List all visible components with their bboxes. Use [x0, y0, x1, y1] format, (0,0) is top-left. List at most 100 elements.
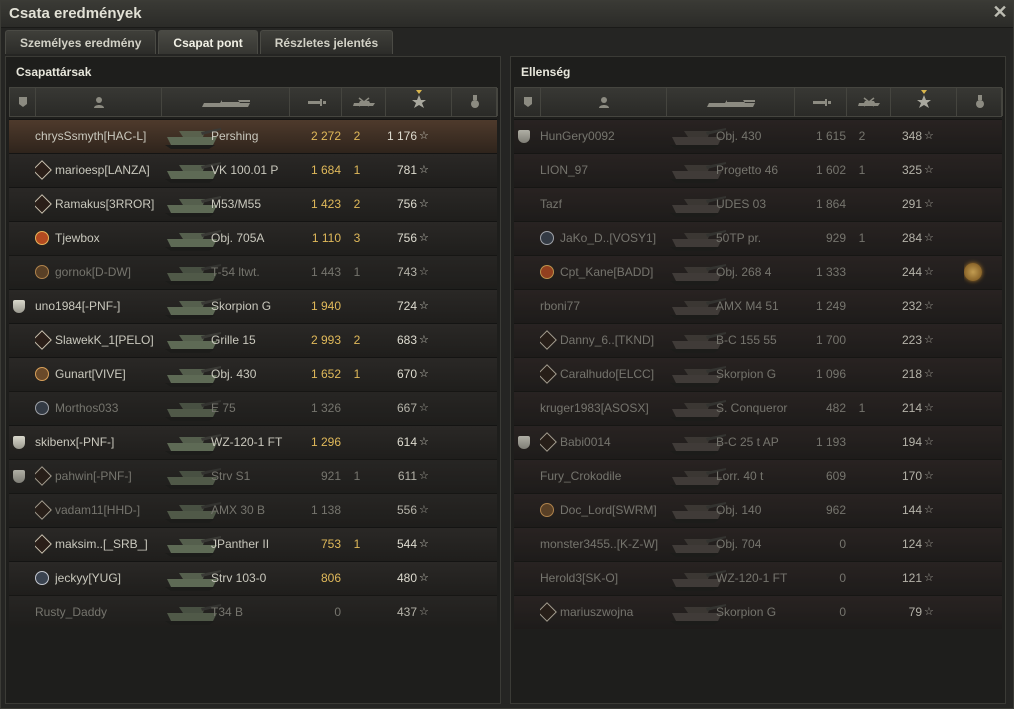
column-tank-icon[interactable] — [162, 88, 290, 116]
clan-badge — [13, 596, 29, 629]
player-row[interactable]: Ramakus[3RROR] M53/M55 1 423 2 756 ☆ — [9, 187, 497, 221]
player-row[interactable]: Gunart[VIVE] Obj. 430 1 652 1 670 ☆ — [9, 357, 497, 391]
player-name[interactable]: Doc_Lord[SWRM] — [560, 494, 664, 527]
column-medal-icon[interactable] — [957, 88, 1003, 116]
tab-personal-results[interactable]: Személyes eredmény — [5, 30, 157, 54]
player-name[interactable]: HunGery0092 — [540, 120, 664, 153]
column-xp-star-icon[interactable] — [386, 88, 452, 116]
medal — [459, 358, 483, 391]
player-row[interactable]: Danny_6..[TKND] B-C 155 55 1 700 223 ☆ — [514, 323, 1002, 357]
player-name[interactable]: Cpt_Kane[BADD] — [560, 256, 664, 289]
player-row[interactable]: Doc_Lord[SWRM] Obj. 140 962 144 ☆ — [514, 493, 1002, 527]
player-row[interactable]: kruger1983[ASOSX] S. Conqueror 482 1 214 ☆ — [514, 391, 1002, 425]
player-name[interactable]: Fury_Crokodile — [540, 460, 664, 493]
player-name[interactable]: jeckyy[YUG] — [55, 562, 159, 595]
rank — [35, 460, 57, 493]
player-name[interactable]: Herold3[SK-O] — [540, 562, 664, 595]
player-name[interactable]: marioesp[LANZA] — [55, 154, 159, 187]
player-row[interactable]: Morthos033 E 75 1 326 667 ☆ — [9, 391, 497, 425]
enemies-title: Ellenség — [521, 65, 571, 79]
column-tank-icon[interactable] — [667, 88, 795, 116]
player-row[interactable]: Fury_Crokodile Lorr. 40 t 609 170 ☆ — [514, 459, 1002, 493]
xp-value: 124 — [901, 537, 922, 551]
player-row[interactable]: SlawekK_1[PELO] Grille 15 2 993 2 683 ☆ — [9, 323, 497, 357]
player-row[interactable]: rboni77 AMX M4 51 1 249 232 ☆ — [514, 289, 1002, 323]
player-name[interactable]: maksim..[_SRB_] — [55, 528, 159, 561]
player-name[interactable]: skibenx[-PNF-] — [35, 426, 159, 459]
player-name[interactable]: Tjewbox — [55, 222, 159, 255]
star-icon: ☆ — [419, 470, 429, 482]
player-row[interactable]: Cpt_Kane[BADD] Obj. 268 4 1 333 244 ☆ — [514, 255, 1002, 289]
tab-detailed-report[interactable]: Részletes jelentés — [259, 30, 394, 54]
column-damage-icon[interactable] — [290, 88, 342, 116]
player-name[interactable]: rboni77 — [540, 290, 664, 323]
player-row[interactable]: maksim..[_SRB_] JPanther II 753 1 544 ☆ — [9, 527, 497, 561]
vehicle-name: VK 100.01 P — [211, 163, 279, 177]
rank — [35, 562, 57, 595]
player-row[interactable]: vadam11[HHD-] AMX 30 B 1 138 556 ☆ — [9, 493, 497, 527]
player-row[interactable]: HunGery0092 Obj. 430 1 615 2 348 ☆ — [514, 119, 1002, 153]
column-damage-icon[interactable] — [795, 88, 847, 116]
player-name[interactable]: Tazf — [540, 188, 664, 221]
vehicle-name: Obj. 705A — [211, 231, 265, 245]
player-row[interactable]: mariuszwojna Skorpion G 0 79 ☆ — [514, 595, 1002, 629]
column-kills-icon[interactable] — [847, 88, 891, 116]
player-name[interactable]: chrysSsmyth[HAC-L] — [35, 120, 159, 153]
column-player-icon[interactable] — [541, 88, 667, 116]
player-row[interactable]: Rusty_Daddy T34 B 0 437 ☆ — [9, 595, 497, 629]
player-row[interactable]: chrysSsmyth[HAC-L] Pershing 2 272 2 1 176 ☆ — [9, 119, 497, 153]
column-clan-badge-icon[interactable] — [515, 88, 541, 116]
column-kills-icon[interactable] — [342, 88, 386, 116]
vehicle-name: B-C 155 55 — [716, 333, 777, 347]
kills-value: 2 — [353, 197, 361, 211]
medal — [459, 120, 483, 153]
player-row[interactable]: Tazf UDES 03 1 864 291 ☆ — [514, 187, 1002, 221]
player-name[interactable]: mariuszwojna — [560, 596, 664, 629]
player-name[interactable]: Rusty_Daddy — [35, 596, 159, 629]
star-icon: ☆ — [419, 606, 429, 618]
player-name[interactable]: uno1984[-PNF-] — [35, 290, 159, 323]
tab-team-score[interactable]: Csapat pont — [158, 30, 258, 54]
player-row[interactable]: gornok[D-DW] T-54 ltwt. 1 443 1 743 ☆ — [9, 255, 497, 289]
player-row[interactable]: LION_97 Progetto 46 1 602 1 325 ☆ — [514, 153, 1002, 187]
column-medal-icon[interactable] — [452, 88, 498, 116]
kills-value: 1 — [353, 469, 361, 483]
player-row[interactable]: Herold3[SK-O] WZ-120-1 FT 0 121 ☆ — [514, 561, 1002, 595]
player-name[interactable]: Morthos033 — [55, 392, 159, 425]
player-name[interactable]: pahwin[-PNF-] — [55, 460, 159, 493]
close-icon[interactable]: ✕ — [991, 3, 1009, 21]
rank-icon — [35, 367, 49, 381]
player-name[interactable]: monster3455..[K-Z-W] — [540, 528, 664, 561]
rank-icon — [540, 602, 557, 622]
player-row[interactable]: Babi0014 B-C 25 t AP 1 193 194 ☆ — [514, 425, 1002, 459]
medal-icon[interactable] — [964, 263, 982, 281]
player-name[interactable]: vadam11[HHD-] — [55, 494, 159, 527]
player-name[interactable]: kruger1983[ASOSX] — [540, 392, 664, 425]
player-name[interactable]: Gunart[VIVE] — [55, 358, 159, 391]
player-name[interactable]: Danny_6..[TKND] — [560, 324, 664, 357]
player-row[interactable]: JaKo_D..[VOSY1] 50TP pr. 929 1 284 ☆ — [514, 221, 1002, 255]
player-name[interactable]: Babi0014 — [560, 426, 664, 459]
column-clan-badge-icon[interactable] — [10, 88, 36, 116]
player-row[interactable]: monster3455..[K-Z-W] Obj. 704 0 124 ☆ — [514, 527, 1002, 561]
player-row[interactable]: Caralhudo[ELCC] Skorpion G 1 096 218 ☆ — [514, 357, 1002, 391]
player-row[interactable]: uno1984[-PNF-] Skorpion G 1 940 724 ☆ — [9, 289, 497, 323]
player-row[interactable]: skibenx[-PNF-] WZ-120-1 FT 1 296 614 ☆ — [9, 425, 497, 459]
player-row[interactable]: pahwin[-PNF-] Strv S1 921 1 611 ☆ — [9, 459, 497, 493]
damage-value: 2 993 — [310, 333, 341, 347]
vehicle-name: UDES 03 — [716, 197, 767, 211]
player-name[interactable]: Ramakus[3RROR] — [55, 188, 159, 221]
player-name[interactable]: JaKo_D..[VOSY1] — [560, 222, 664, 255]
player-name[interactable]: LION_97 — [540, 154, 664, 187]
player-row[interactable]: Tjewbox Obj. 705A 1 110 3 756 ☆ — [9, 221, 497, 255]
player-name[interactable]: Caralhudo[ELCC] — [560, 358, 664, 391]
medal — [964, 256, 988, 289]
player-row[interactable]: marioesp[LANZA] VK 100.01 P 1 684 1 781 ☆ — [9, 153, 497, 187]
vehicle-name: Skorpion G — [211, 299, 272, 313]
player-row[interactable]: jeckyy[YUG] Strv 103-0 806 480 ☆ — [9, 561, 497, 595]
vehicle-name: Skorpion G — [716, 605, 777, 619]
column-xp-star-icon[interactable] — [891, 88, 957, 116]
column-player-icon[interactable] — [36, 88, 162, 116]
player-name[interactable]: SlawekK_1[PELO] — [55, 324, 159, 357]
player-name[interactable]: gornok[D-DW] — [55, 256, 159, 289]
